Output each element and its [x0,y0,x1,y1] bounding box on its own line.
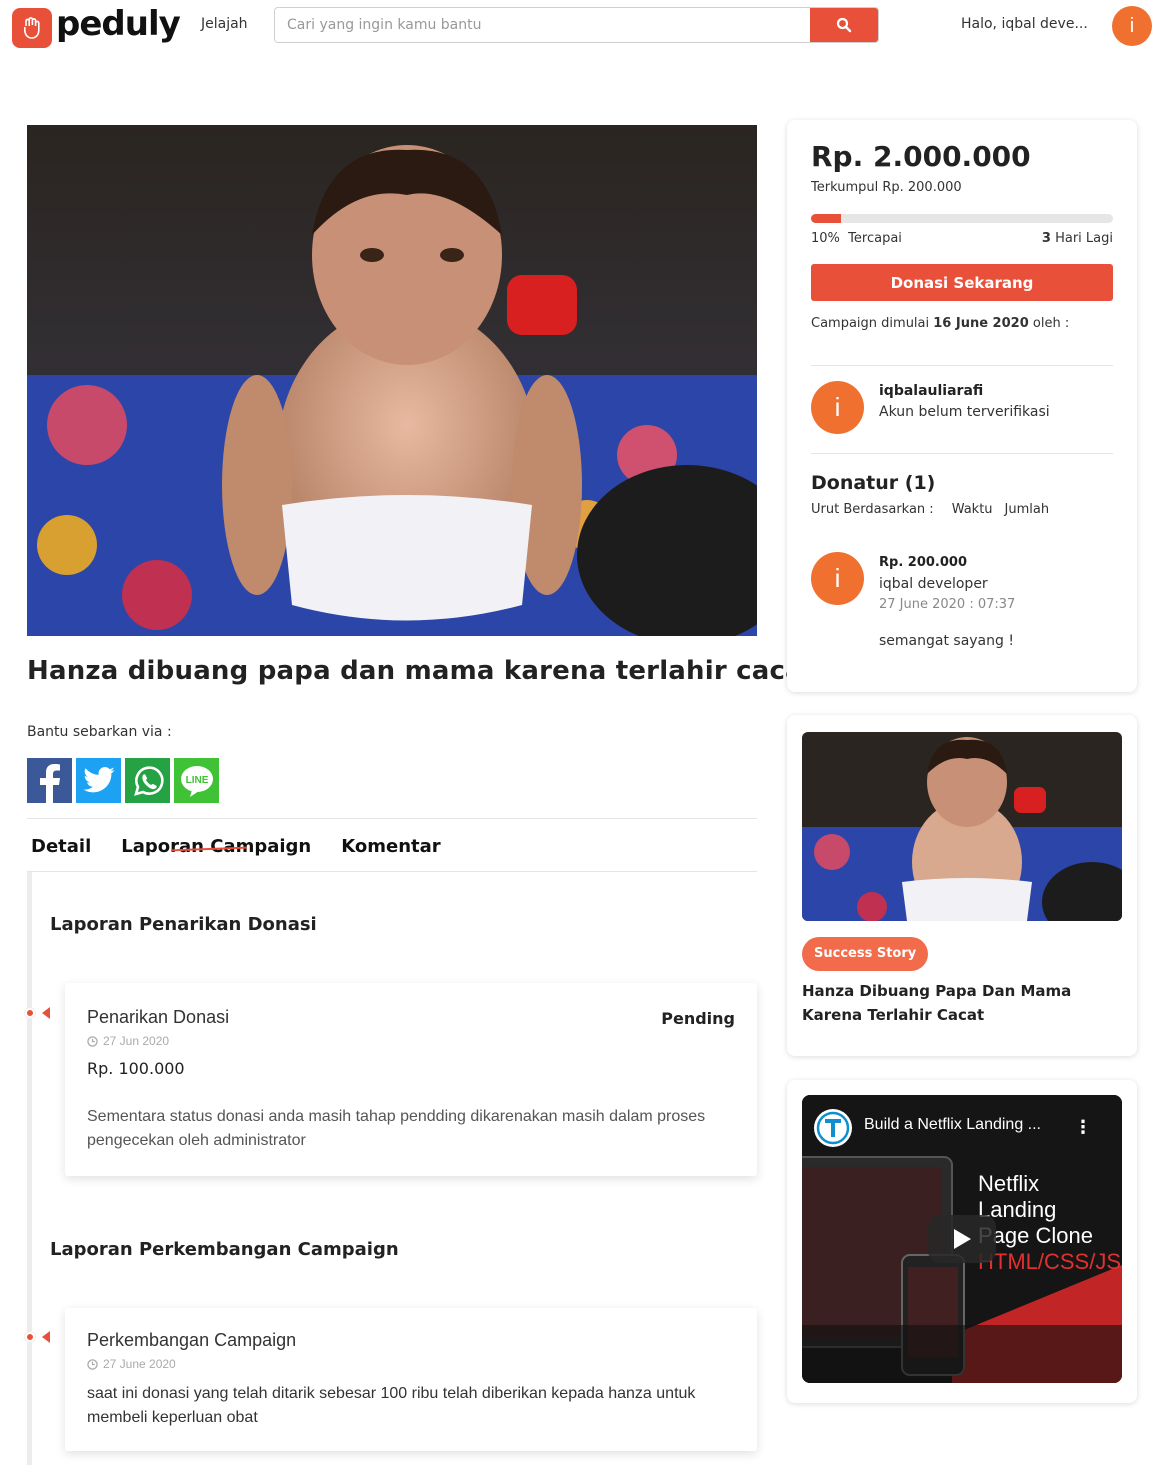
whatsapp-share-button[interactable] [125,758,170,803]
video-title[interactable]: Build a Netflix Landing ... [864,1116,1041,1134]
campaign-started: Campaign dimulai 16 June 2020 oleh : [811,316,1069,331]
divider [811,365,1113,366]
channel-logo-icon[interactable] [814,1109,852,1147]
line-share-button[interactable]: LINE [174,758,219,803]
donor-sort: Urut Berdasarkan : Waktu Jumlah [811,502,1049,517]
tab-komentar[interactable]: Komentar [341,836,440,857]
whatsapp-icon [133,765,164,796]
progress-report-heading: Laporan Perkembangan Campaign [50,1239,399,1260]
progress-date: 27 June 2020 [87,1357,176,1371]
more-options-icon[interactable]: ⋮ [1074,1117,1092,1138]
share-label: Bantu sebarkan via : [27,724,172,740]
tab-laporan-campaign[interactable]: Laporan Campaign [121,836,311,857]
days-left-value: 3 [1041,231,1051,246]
divider [27,818,757,819]
progress-meta: 10% Tercapai 3 Hari Lagi [811,231,1113,246]
donor-message: semangat sayang ! [879,633,1014,649]
started-prefix: Campaign dimulai [811,316,934,331]
donor-time: 27 June 2020 : 07:37 [879,597,1016,612]
timeline-dot [25,1008,35,1018]
success-story-card[interactable]: Success Story Hanza Dibuang Papa Dan Mam… [787,715,1137,1056]
started-date: 16 June 2020 [933,316,1029,331]
user-greeting[interactable]: Halo, iqbal deve... [961,16,1088,32]
search-bar [274,7,879,43]
brand-name[interactable]: peduly [56,4,181,44]
tab-detail[interactable]: Detail [31,836,91,857]
donor-avatar: i [811,552,864,605]
withdrawal-report-heading: Laporan Penarikan Donasi [50,914,317,935]
campaign-title: Hanza dibuang papa dan mama karena terla… [27,656,816,686]
thumbnail-line-1: Netflix Landing [978,1171,1057,1222]
donors-title: Donatur (1) [811,472,936,494]
campaign-tabs: Detail Laporan Campaign Komentar [31,836,471,857]
progress-description: saat ini donasi yang telah ditarik sebes… [87,1385,696,1426]
creator-name[interactable]: iqbalauliarafi [879,383,983,399]
days-left-label: Hari Lagi [1055,231,1113,246]
sort-by-time[interactable]: Waktu [952,502,993,517]
success-story-badge: Success Story [802,937,929,971]
percent-value: 10% [811,231,840,246]
thumbnail-line-2: Page Clone [978,1223,1093,1248]
timeline-dot [25,1332,35,1342]
navbar: peduly Jelajah Halo, iqbal deve... i [0,0,1165,52]
clock-icon [87,1358,98,1370]
line-icon-text: LINE [185,775,208,786]
donate-now-button[interactable]: Donasi Sekarang [811,264,1113,301]
timeline-arrow [42,1007,50,1019]
creator-verification-status: Akun belum terverifikasi [879,404,1050,420]
divider [811,453,1113,454]
video-player[interactable]: Build a Netflix Landing ... ⋮ Netflix La… [802,1095,1122,1383]
line-icon: LINE [180,765,213,797]
play-button[interactable] [928,1215,996,1263]
success-story-image[interactable] [802,732,1122,921]
withdrawal-date: 27 Jun 2020 [87,1034,169,1048]
facebook-share-button[interactable] [27,758,72,803]
divider [27,871,757,872]
campaign-hero-image [27,125,757,636]
tab-laporan-campaign-label: Laporan Campaign [121,836,312,857]
collected-amount: Terkumpul Rp. 200.000 [811,180,962,195]
withdrawal-report-card: Penarikan Donasi Pending 27 Jun 2020 Rp.… [65,983,757,1176]
search-input[interactable] [275,8,812,42]
twitter-icon [82,766,115,792]
facebook-icon [40,764,60,803]
donor-amount: Rp. 200.000 [879,555,967,570]
creator-avatar[interactable]: i [811,381,864,434]
percent-label: Tercapai [848,231,902,246]
search-icon [836,17,852,33]
progress-bar-fill [811,214,842,223]
timeline-arrow [42,1331,50,1343]
withdrawal-title: Penarikan Donasi [87,1007,230,1027]
progress-bar [811,214,1113,223]
thumbnail-tag: HTML/CSS/JS [978,1249,1122,1274]
withdrawal-description: Sementara status donasi anda masih tahap… [87,1108,706,1149]
status-badge: Pending [661,1009,735,1028]
sort-by-amount[interactable]: Jumlah [1005,502,1050,517]
brand-logo-icon[interactable] [12,8,52,48]
user-avatar[interactable]: i [1112,6,1152,46]
success-story-title[interactable]: Hanza Dibuang Papa Dan Mama Karena Terla… [802,979,1122,1027]
progress-report-card: Perkembangan Campaign 27 June 2020 saat … [65,1308,757,1451]
withdrawal-amount: Rp. 100.000 [87,1059,185,1078]
started-suffix: oleh : [1028,316,1070,331]
twitter-share-button[interactable] [76,758,121,803]
progress-date-text: 27 June 2020 [103,1357,176,1371]
share-buttons: LINE [27,758,219,803]
progress-percent: 10% Tercapai [811,231,902,246]
days-left: 3 Hari Lagi [1042,231,1113,246]
video-card: Build a Netflix Landing ... ⋮ Netflix La… [787,1080,1137,1403]
donation-summary-card: Rp. 2.000.000 Terkumpul Rp. 200.000 10% … [787,120,1137,692]
target-amount: Rp. 2.000.000 [811,140,1031,173]
donor-name: iqbal developer [879,576,988,592]
video-thumbnail-text: Netflix Landing Page Clone HTML/CSS/JS [978,1171,1122,1275]
withdrawal-date-text: 27 Jun 2020 [103,1034,170,1048]
nav-explore-link[interactable]: Jelajah [201,16,248,32]
clock-icon [87,1035,98,1047]
progress-title: Perkembangan Campaign [87,1330,297,1350]
sort-label: Urut Berdasarkan : [811,502,934,517]
play-icon [954,1229,971,1249]
timeline-line [27,872,32,1465]
search-button[interactable] [810,8,878,42]
